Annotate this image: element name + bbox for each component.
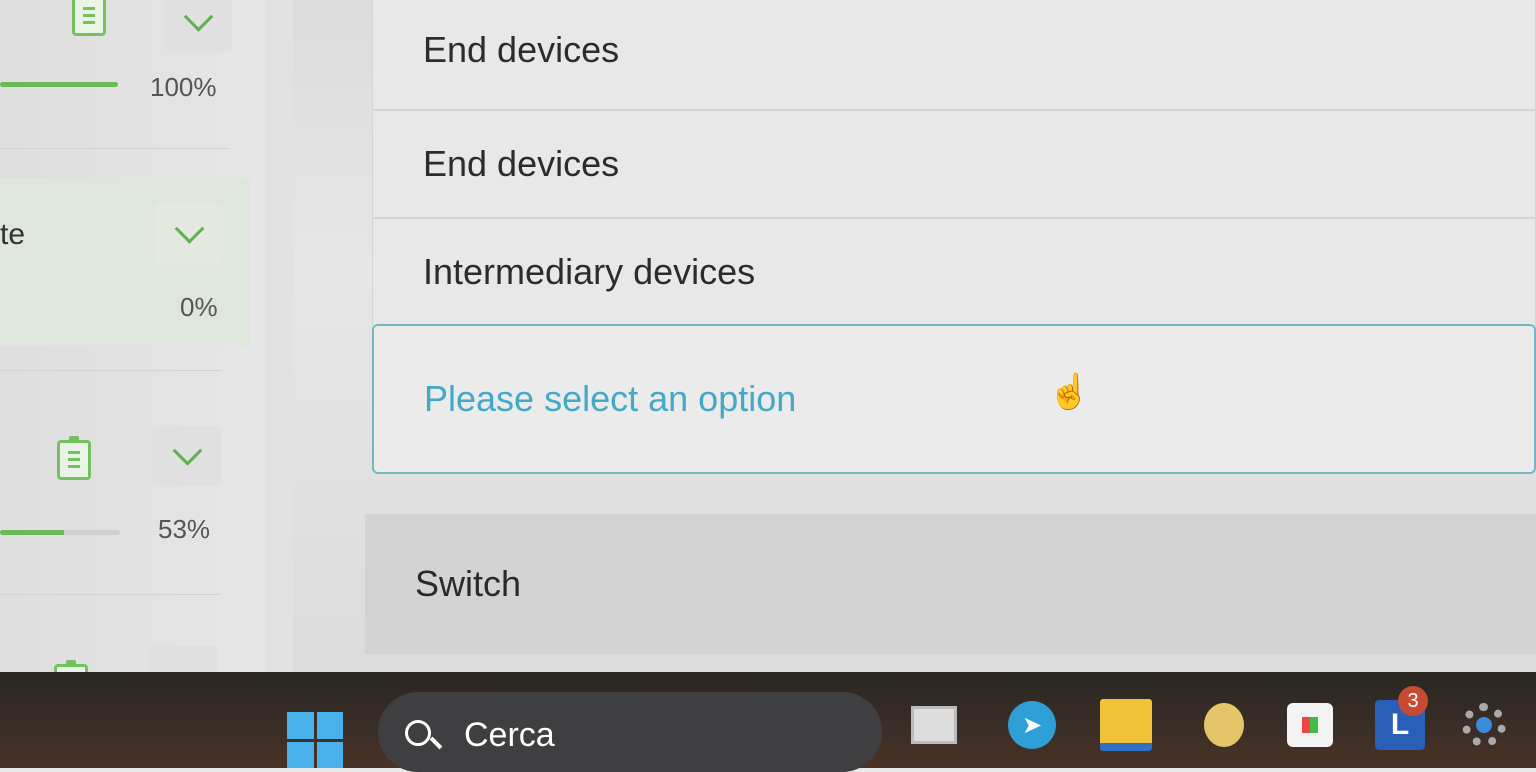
option-label: End devices <box>423 143 620 184</box>
divider <box>0 370 222 371</box>
dropdown-option[interactable]: End devices <box>372 110 1536 218</box>
divider <box>0 594 220 595</box>
list-icon <box>57 436 91 480</box>
divider <box>0 148 228 149</box>
expand-button[interactable] <box>153 426 221 486</box>
select-dropdown[interactable]: Please select an option <box>372 324 1536 474</box>
list-icon <box>54 660 88 672</box>
progress-percent: 0% <box>180 292 218 322</box>
task-view-icon[interactable] <box>906 700 962 750</box>
settings-icon[interactable] <box>1456 700 1512 750</box>
search-icon <box>405 720 431 746</box>
sidebar-gutter <box>265 0 293 672</box>
chevron-down-icon <box>174 213 204 244</box>
expand-button[interactable] <box>155 204 223 264</box>
answer-label: Switch <box>415 563 522 604</box>
taskbar-search[interactable]: Cerca <box>378 692 882 772</box>
sidebar: 100% te 0% 53% <box>0 0 265 672</box>
progress-fill <box>0 530 64 535</box>
answer-item[interactable]: Switch <box>365 514 1536 654</box>
progress-fill <box>0 82 118 87</box>
option-label: End devices <box>423 29 620 70</box>
chevron-down-icon <box>172 435 202 466</box>
notification-badge: 3 <box>1398 686 1428 716</box>
select-placeholder: Please select an option <box>424 378 797 419</box>
game-icon[interactable] <box>1196 700 1252 750</box>
dropdown-option[interactable]: End devices <box>372 0 1536 110</box>
store-icon[interactable] <box>1282 700 1338 750</box>
option-label: Intermediary devices <box>423 251 756 292</box>
progress-percent: 53% <box>158 514 211 544</box>
progress-bar <box>0 82 118 87</box>
start-icon[interactable] <box>287 712 343 768</box>
screen: 100% te 0% 53% End devices End devices I… <box>0 0 1536 672</box>
expand-button[interactable] <box>150 646 218 672</box>
list-icon <box>72 0 106 36</box>
telegram-icon[interactable]: ➤ <box>1004 700 1060 750</box>
expand-button[interactable] <box>164 0 232 52</box>
progress-percent: 100% <box>150 72 217 102</box>
sidebar-item-title: te <box>0 218 26 251</box>
dropdown-option[interactable]: Intermediary devices <box>372 218 1536 326</box>
hand-cursor-icon: ☝ <box>1048 373 1091 411</box>
file-explorer-icon[interactable] <box>1098 699 1154 751</box>
search-label: Cerca <box>464 716 555 754</box>
chevron-down-icon <box>183 1 213 32</box>
progress-bar <box>0 530 120 535</box>
